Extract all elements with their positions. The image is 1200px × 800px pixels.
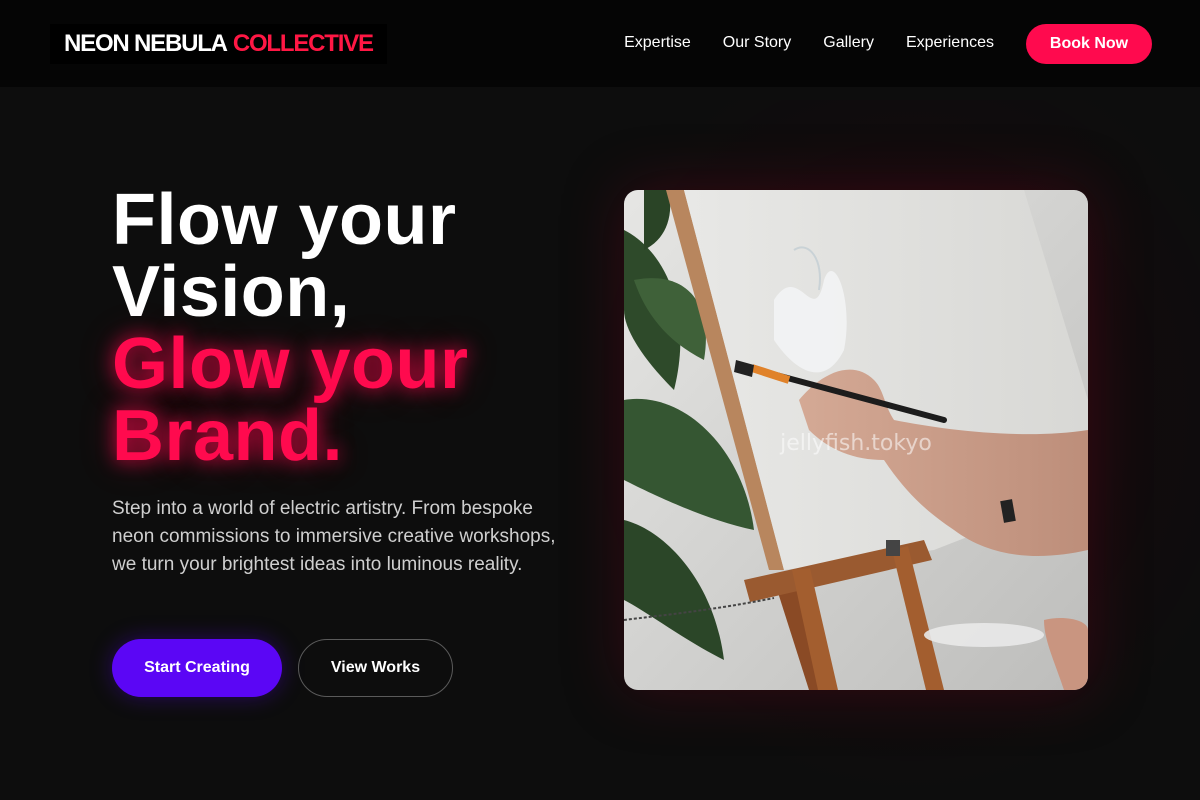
brand-logo[interactable]: NEON NEBULA COLLECTIVE xyxy=(50,24,387,64)
hero-description: Step into a world of electric artistry. … xyxy=(112,498,556,575)
book-now-button[interactable]: Book Now xyxy=(1026,24,1152,64)
headline-line-4: Brand. xyxy=(112,396,344,476)
view-works-button[interactable]: View Works xyxy=(298,639,453,697)
site-header: NEON NEBULA COLLECTIVE Expertise Our Sto… xyxy=(0,0,1200,87)
nav-link-expertise[interactable]: Expertise xyxy=(624,33,691,53)
main-nav: Expertise Our Story Gallery Experiences xyxy=(624,33,994,53)
nav-link-experiences[interactable]: Experiences xyxy=(906,33,994,53)
image-watermark: jellyfish.tokyo xyxy=(779,431,932,456)
start-creating-button[interactable]: Start Creating xyxy=(112,639,282,697)
logo-text-primary: NEON NEBULA xyxy=(64,30,228,57)
hero-headline: Flow your Vision, Glow your Brand. xyxy=(112,184,592,472)
nav-link-our-story[interactable]: Our Story xyxy=(723,33,791,53)
painting-photo-illustration: jellyfish.tokyo xyxy=(624,190,1088,690)
nav-link-gallery[interactable]: Gallery xyxy=(823,33,874,53)
headline-line-1: Flow your xyxy=(112,180,457,260)
hero-image: jellyfish.tokyo xyxy=(624,190,1088,690)
logo-text-accent: COLLECTIVE xyxy=(232,30,374,57)
headline-line-3: Glow your xyxy=(112,324,469,404)
headline-line-2: Vision, xyxy=(112,252,351,332)
